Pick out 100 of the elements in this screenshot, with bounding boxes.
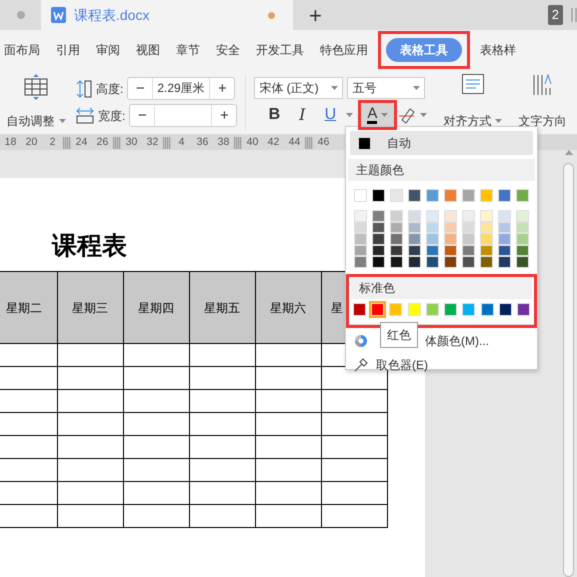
color-swatch[interactable]	[516, 302, 530, 316]
color-swatch[interactable]	[462, 233, 475, 244]
increment-button[interactable]: +	[212, 105, 236, 126]
color-swatch[interactable]	[462, 189, 475, 202]
color-swatch[interactable]	[480, 244, 493, 256]
bold-button[interactable]: B	[262, 104, 286, 126]
caret-icon[interactable]	[58, 119, 66, 123]
color-swatch[interactable]	[390, 244, 403, 256]
color-swatch[interactable]	[498, 244, 511, 256]
color-swatch[interactable]	[462, 210, 475, 222]
auto-fit-button[interactable]: 自动调整	[6, 112, 66, 130]
color-swatch[interactable]	[390, 210, 403, 222]
ruler-marker[interactable]	[113, 136, 121, 148]
color-swatch[interactable]	[426, 233, 439, 244]
stepper-field[interactable]: − 2.29厘米 +	[127, 77, 236, 100]
color-swatch[interactable]	[371, 302, 384, 316]
color-swatch[interactable]	[408, 210, 421, 222]
color-swatch[interactable]	[462, 244, 475, 256]
ribbon-tab[interactable]: 引用	[50, 38, 86, 62]
ribbon-tab[interactable]: 开发工具	[250, 38, 310, 62]
ruler-marker[interactable]	[163, 136, 171, 148]
color-swatch[interactable]	[408, 233, 421, 244]
color-swatch[interactable]	[462, 256, 475, 268]
color-swatch[interactable]	[426, 189, 439, 202]
ribbon-tab[interactable]: 表格样	[474, 38, 522, 62]
color-swatch[interactable]	[358, 136, 371, 150]
caret-icon[interactable]	[420, 113, 428, 117]
color-swatch[interactable]	[408, 244, 421, 256]
color-swatch[interactable]	[372, 210, 385, 222]
color-swatch[interactable]	[516, 233, 529, 244]
color-swatch[interactable]	[426, 256, 439, 268]
color-swatch[interactable]	[480, 233, 493, 244]
color-swatch[interactable]	[426, 244, 439, 256]
align-button[interactable]: 对齐方式	[443, 112, 502, 130]
color-swatch[interactable]	[372, 189, 385, 202]
more-colors-option[interactable]: 体颜色(M)...	[425, 332, 489, 350]
font-size-dropdown[interactable]: 五号	[347, 77, 426, 99]
color-swatch[interactable]	[444, 244, 457, 256]
font-name-dropdown[interactable]: 宋体 (正文)	[254, 77, 344, 99]
new-tab-button[interactable]: +	[309, 0, 322, 32]
color-swatch[interactable]	[390, 233, 403, 244]
ribbon-tab[interactable]: 审阅	[90, 38, 126, 62]
ribbon-tab[interactable]: 安全	[210, 38, 246, 62]
color-swatch[interactable]	[516, 189, 529, 202]
color-swatch[interactable]	[516, 210, 529, 222]
caret-icon[interactable]	[381, 113, 388, 117]
ruler-marker[interactable]	[305, 136, 313, 148]
color-swatch[interactable]	[354, 244, 367, 256]
increment-button[interactable]: +	[210, 78, 234, 99]
color-swatch[interactable]	[354, 256, 367, 268]
color-swatch[interactable]	[444, 302, 458, 316]
color-swatch[interactable]	[354, 233, 367, 244]
color-swatch[interactable]	[498, 210, 511, 222]
caret-icon[interactable]	[495, 119, 502, 123]
color-swatch[interactable]	[480, 256, 493, 268]
scroll-bar[interactable]	[560, 150, 577, 577]
color-swatch[interactable]	[408, 302, 421, 316]
color-swatch[interactable]	[408, 222, 421, 233]
color-wheel-icon[interactable]	[354, 334, 368, 348]
ruler-marker[interactable]	[63, 136, 71, 148]
color-swatch[interactable]	[516, 244, 529, 256]
color-swatch[interactable]	[408, 256, 421, 268]
color-swatch[interactable]	[516, 256, 529, 268]
color-swatch[interactable]	[444, 256, 457, 268]
color-swatch[interactable]	[516, 222, 529, 233]
color-swatch[interactable]	[389, 302, 402, 316]
color-swatch[interactable]	[462, 222, 475, 233]
color-swatch[interactable]	[444, 210, 457, 222]
color-swatch[interactable]	[408, 189, 421, 202]
ribbon-tab[interactable]: 章节	[170, 38, 206, 62]
color-swatch[interactable]	[480, 302, 494, 316]
color-swatch[interactable]	[426, 222, 439, 233]
color-swatch[interactable]	[498, 302, 512, 316]
scroll-thumb[interactable]	[563, 163, 574, 577]
caret-icon[interactable]	[346, 113, 354, 117]
color-swatch[interactable]	[372, 222, 385, 233]
color-swatch[interactable]	[426, 302, 439, 316]
color-swatch[interactable]	[480, 189, 493, 202]
text-direction-button[interactable]: 文字方向	[518, 112, 566, 130]
color-swatch[interactable]	[498, 256, 511, 268]
color-swatch[interactable]	[353, 302, 366, 316]
ribbon-tab[interactable]: 特色应用	[314, 38, 374, 62]
color-swatch[interactable]	[354, 210, 367, 222]
color-swatch[interactable]	[462, 302, 476, 316]
color-swatch[interactable]	[498, 189, 511, 202]
ribbon-tab[interactable]: 面布局	[0, 38, 46, 62]
color-swatch[interactable]	[372, 233, 385, 244]
window-count[interactable]: 2	[548, 5, 563, 25]
color-swatch[interactable]	[444, 222, 457, 233]
ribbon-tab[interactable]: 视图	[130, 38, 166, 62]
document-tab[interactable]: 课程表.docx	[41, 0, 293, 30]
stepper-field[interactable]: − +	[129, 104, 238, 127]
auto-color-option[interactable]: 自动	[350, 131, 533, 155]
color-swatch[interactable]	[372, 256, 385, 268]
color-swatch[interactable]	[390, 222, 403, 233]
decrement-button[interactable]: −	[130, 105, 154, 126]
color-swatch[interactable]	[372, 244, 385, 256]
color-swatch[interactable]	[390, 256, 403, 268]
italic-button[interactable]: I	[290, 104, 314, 126]
font-color-button[interactable]: A	[361, 103, 394, 127]
